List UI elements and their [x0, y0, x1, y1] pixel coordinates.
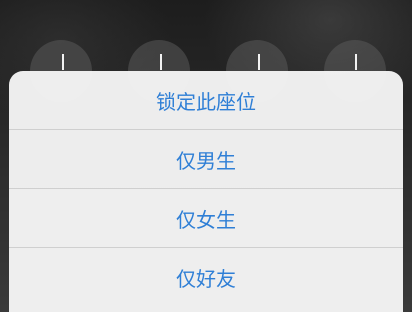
girls-only-button[interactable]: 仅女生 [9, 189, 403, 248]
seat-marker-2 [160, 54, 162, 70]
seat-marker-3 [258, 54, 260, 70]
friends-only-button[interactable]: 仅好友 [9, 248, 403, 306]
lock-seat-button[interactable]: 锁定此座位 [9, 71, 403, 130]
boys-only-button[interactable]: 仅男生 [9, 130, 403, 189]
seat-marker-1 [62, 54, 64, 70]
seat-action-sheet: 锁定此座位 仅男生 仅女生 仅好友 [9, 71, 403, 312]
seat-marker-4 [355, 54, 357, 70]
